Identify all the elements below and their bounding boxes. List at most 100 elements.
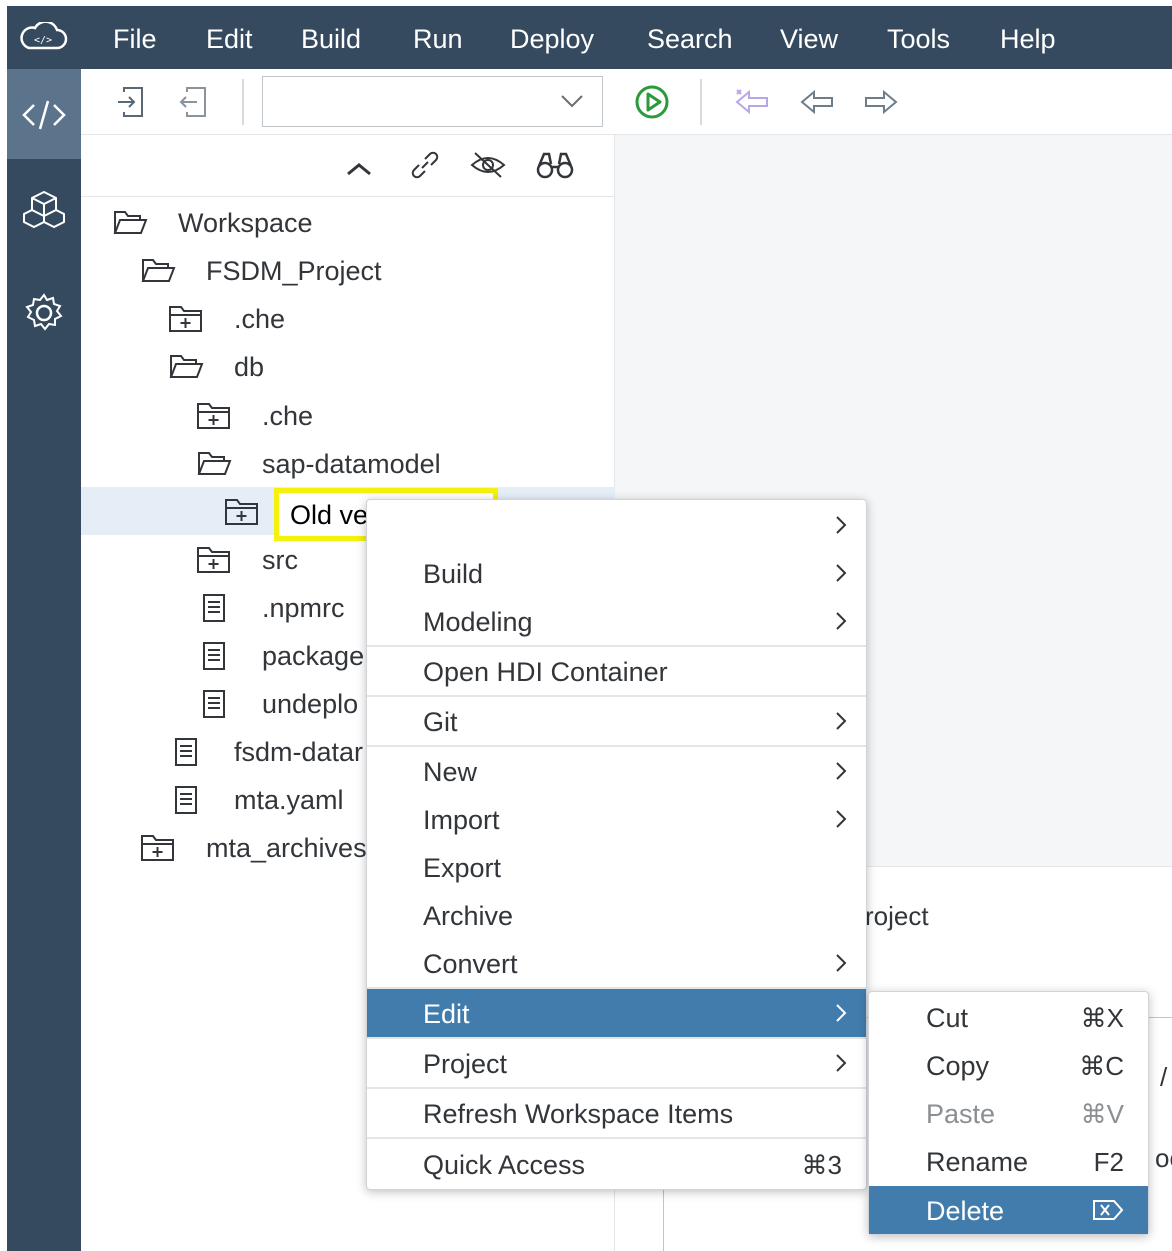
chevron-right-icon: [836, 954, 847, 972]
tree-item-label: .che: [234, 304, 286, 334]
folder-open-icon: [197, 452, 232, 475]
ctx-item-open-hdi-container[interactable]: Open HDI Container: [367, 647, 866, 695]
tree-item-label: Workspace: [178, 208, 313, 238]
tree-item-fsdm-project[interactable]: FSDM_Project: [81, 246, 615, 294]
chevron-right-icon: [836, 564, 847, 582]
folder-open-icon: [113, 211, 148, 234]
ctx-item-label: Modeling: [423, 607, 533, 637]
menu-edit[interactable]: Edit: [206, 24, 253, 55]
ctx-item-label: Import: [423, 805, 500, 835]
ctx-item-quick-access[interactable]: Quick Access ⌘3: [367, 1140, 866, 1188]
svg-text:</>: </>: [34, 35, 52, 46]
hide-icon[interactable]: [469, 149, 507, 181]
ctx-item-label: Refresh Workspace Items: [423, 1099, 734, 1129]
back-icon[interactable]: [799, 86, 835, 118]
submenu-item-rename[interactable]: Rename F2: [869, 1137, 1148, 1185]
tree-item-label: fsdm-datar: [234, 737, 364, 767]
folder-closed-icon: [169, 306, 202, 332]
ctx-item-convert[interactable]: Convert: [367, 939, 866, 987]
forward-icon[interactable]: [863, 86, 899, 118]
chevron-right-icon: [836, 762, 847, 780]
file-icon: [203, 642, 225, 670]
back-history-icon[interactable]: [733, 86, 771, 118]
ctx-item-git[interactable]: Git: [367, 697, 866, 745]
ctx-item-label: Open HDI Container: [423, 657, 668, 687]
activity-development[interactable]: [7, 69, 81, 159]
ctx-item-new[interactable]: New: [367, 747, 866, 795]
ctx-item-export[interactable]: Export: [367, 843, 866, 891]
ctx-item-label: Convert: [423, 949, 518, 979]
menu-deploy[interactable]: Deploy: [510, 24, 594, 55]
settings-gear-icon: [25, 293, 63, 331]
tree-item-label: .che: [262, 401, 314, 431]
activity-preferences[interactable]: [7, 269, 81, 359]
ctx-item-label: Archive: [423, 901, 514, 931]
tree-item-label: db: [234, 352, 265, 382]
menu-divider: [367, 1137, 866, 1139]
folder-open-icon: [141, 259, 176, 282]
ctx-item-refresh-workspace-items[interactable]: Refresh Workspace Items: [367, 1089, 866, 1137]
submenu-item-label: Copy: [926, 1051, 990, 1081]
tree-item-che[interactable]: .che: [81, 294, 615, 342]
menu-help[interactable]: Help: [1000, 24, 1056, 55]
run-icon[interactable]: [634, 84, 670, 120]
chevron-down-icon: [561, 95, 583, 108]
tree-item-label: mta_archives: [206, 833, 367, 863]
chevron-right-icon: [836, 1054, 847, 1072]
chevron-right-icon: [836, 712, 847, 730]
ctx-item-label: Git: [423, 707, 458, 737]
submenu-item-shortcut: ⌘X: [1080, 1003, 1124, 1033]
submenu-item-label: Rename: [926, 1147, 1029, 1177]
activity-bar: [7, 69, 81, 1251]
menu-view[interactable]: View: [780, 24, 838, 55]
ctx-item-import[interactable]: Import: [367, 795, 866, 843]
collapse-icon[interactable]: [346, 161, 372, 177]
tree-item-sap-datamodel[interactable]: sap-datamodel: [81, 439, 615, 487]
explorer-toolbar: [81, 135, 615, 197]
submenu-item-label: Paste: [926, 1099, 996, 1129]
tree-item-label: mta.yaml: [234, 785, 344, 815]
menu-search[interactable]: Search: [647, 24, 733, 55]
folder-closed-icon: [141, 835, 174, 861]
activity-packages[interactable]: [7, 169, 81, 259]
search-binoculars-icon[interactable]: [535, 149, 575, 181]
chevron-right-icon: [836, 516, 847, 534]
ctx-item-edit[interactable]: Edit: [367, 989, 866, 1037]
ctx-item-build[interactable]: Build: [367, 549, 866, 597]
menu-build[interactable]: Build: [301, 24, 361, 55]
ctx-item-first[interactable]: [367, 501, 866, 549]
folder-closed-icon: [197, 547, 230, 573]
submenu-item-shortcut: F2: [1093, 1147, 1124, 1177]
import-icon[interactable]: [114, 86, 148, 118]
tree-item-db[interactable]: db: [81, 342, 615, 390]
context-menu: Build Modeling Open HDI Container Git Ne…: [366, 499, 867, 1190]
menu-file[interactable]: File: [113, 24, 157, 55]
submenu-item-paste[interactable]: Paste ⌘V: [869, 1089, 1148, 1137]
tree-item-label: .npmrc: [262, 593, 345, 623]
ctx-item-archive[interactable]: Archive: [367, 891, 866, 939]
submenu-item-delete[interactable]: Delete: [869, 1186, 1148, 1234]
ctx-item-label: New: [423, 757, 478, 787]
tree-item-workspace[interactable]: Workspace: [81, 198, 615, 246]
export-icon[interactable]: [177, 86, 211, 118]
ctx-item-modeling[interactable]: Modeling: [367, 597, 866, 645]
menu-tools[interactable]: Tools: [887, 24, 950, 55]
run-configuration-select[interactable]: [262, 76, 603, 127]
link-icon[interactable]: [409, 149, 441, 181]
submenu-item-copy[interactable]: Copy ⌘C: [869, 1041, 1148, 1089]
submenu-item-shortcut: ⌘C: [1079, 1051, 1124, 1081]
folder-closed-icon: [197, 403, 230, 429]
folder-open-icon: [169, 355, 204, 378]
menu-run[interactable]: Run: [413, 24, 463, 55]
tree-item-db-che[interactable]: .che: [81, 391, 615, 439]
ctx-item-label: Project: [423, 1049, 508, 1079]
chevron-right-icon: [836, 810, 847, 828]
file-icon: [175, 738, 197, 766]
chevron-right-icon: [836, 612, 847, 630]
sap-cloud-logo-icon[interactable]: </>: [7, 6, 81, 69]
tree-item-label: undeplo: [262, 689, 359, 719]
ctx-item-project[interactable]: Project: [367, 1039, 866, 1087]
delete-key-icon: [1093, 1200, 1124, 1220]
tree-item-label: sap-datamodel: [262, 449, 441, 479]
submenu-item-cut[interactable]: Cut ⌘X: [869, 993, 1148, 1041]
